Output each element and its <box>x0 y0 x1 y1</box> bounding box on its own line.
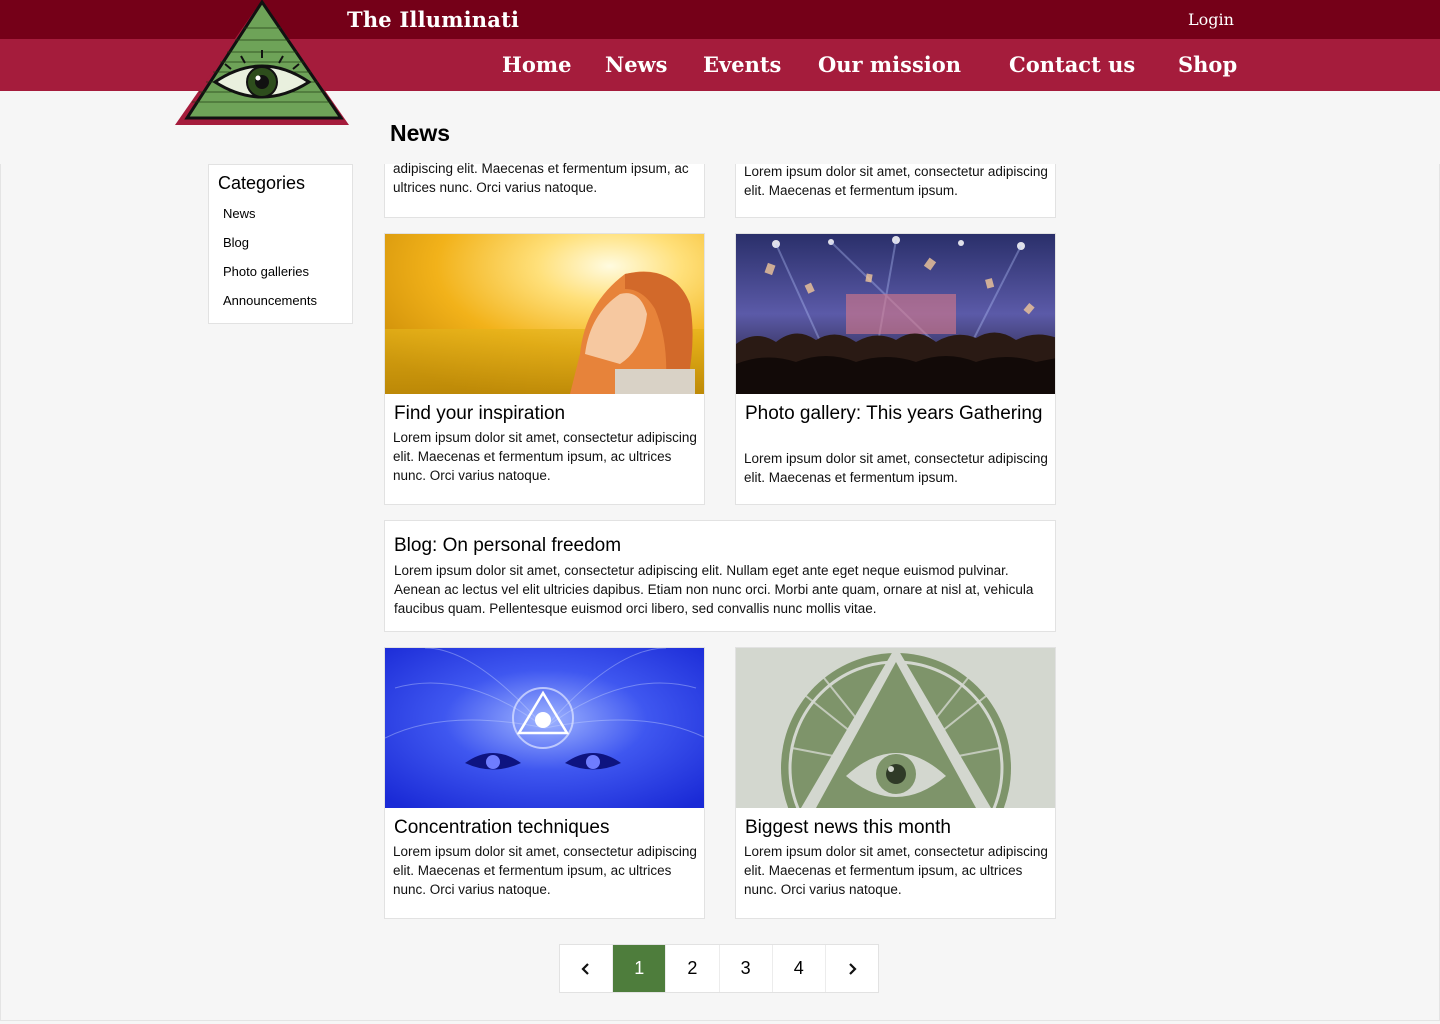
news-card-inspiration[interactable]: Find your inspiration Lorem ipsum dolor … <box>384 233 705 505</box>
chevron-left-icon <box>581 962 589 975</box>
prev-page-button[interactable] <box>560 945 614 992</box>
card-text: Lorem ipsum dolor sit amet, consectetur … <box>394 563 1034 616</box>
blog-card-personal-freedom[interactable]: Blog: On personal freedom Lorem ipsum do… <box>384 520 1056 632</box>
card-text: adipiscing elit. Maecenas et fermentum i… <box>393 161 689 195</box>
sidebar-item-photo-galleries[interactable]: Photo galleries <box>223 264 309 279</box>
page-title: News <box>390 120 451 146</box>
card-title[interactable]: Concentration techniques <box>394 817 609 838</box>
pagination: 1 2 3 4 <box>559 944 879 993</box>
sidebar-item-news[interactable]: News <box>223 206 256 221</box>
page-1-button[interactable]: 1 <box>613 945 667 992</box>
login-link[interactable]: Login <box>1188 10 1234 29</box>
nav-contact-us[interactable]: Contact us <box>1009 52 1135 77</box>
news-card-partial-left[interactable]: adipiscing elit. Maecenas et fermentum i… <box>384 161 705 218</box>
eye-pyramid-image <box>736 648 1055 808</box>
nav-shop[interactable]: Shop <box>1178 52 1237 77</box>
page-4-button[interactable]: 4 <box>773 945 826 992</box>
card-title[interactable]: Find your inspiration <box>394 403 565 424</box>
page-2-button[interactable]: 2 <box>666 945 720 992</box>
inspiration-image <box>385 234 704 394</box>
card-text: Lorem ipsum dolor sit amet, consectetur … <box>393 430 697 483</box>
nav-our-mission[interactable]: Our mission <box>818 52 961 77</box>
card-title[interactable]: Photo gallery: This years Gathering <box>745 403 1045 424</box>
card-text: Lorem ipsum dolor sit amet, consectetur … <box>744 451 1048 485</box>
third-eye-image <box>385 648 704 808</box>
news-card-concentration[interactable]: Concentration techniques Lorem ipsum dol… <box>384 647 705 919</box>
concert-image <box>736 234 1055 394</box>
illuminati-logo[interactable] <box>175 0 349 126</box>
nav-home[interactable]: Home <box>502 52 571 77</box>
card-text: Lorem ipsum dolor sit amet, consectetur … <box>744 844 1048 897</box>
card-text: Lorem ipsum dolor sit amet, consectetur … <box>393 844 697 897</box>
page-3-button[interactable]: 3 <box>720 945 773 992</box>
sidebar-item-blog[interactable]: Blog <box>223 235 249 250</box>
card-text: Lorem ipsum dolor sit amet, consectetur … <box>744 164 1048 198</box>
categories-sidebar: Categories News Blog Photo galleries Ann… <box>208 164 353 324</box>
chevron-right-icon <box>849 962 857 975</box>
news-card-partial-right[interactable]: Lorem ipsum dolor sit amet, consectetur … <box>735 164 1056 218</box>
card-title[interactable]: Blog: On personal freedom <box>394 535 621 556</box>
site-brand[interactable]: The Illuminati <box>347 7 519 32</box>
nav-news[interactable]: News <box>605 52 667 77</box>
next-page-button[interactable] <box>826 945 878 992</box>
nav-events[interactable]: Events <box>703 52 781 77</box>
news-card-photo-gallery[interactable]: Photo gallery: This years Gathering Lore… <box>735 233 1056 505</box>
card-title[interactable]: Biggest news this month <box>745 817 951 838</box>
sidebar-title: Categories <box>218 173 306 193</box>
news-card-biggest-news[interactable]: Biggest news this month Lorem ipsum dolo… <box>735 647 1056 919</box>
sidebar-item-announcements[interactable]: Announcements <box>223 293 317 308</box>
